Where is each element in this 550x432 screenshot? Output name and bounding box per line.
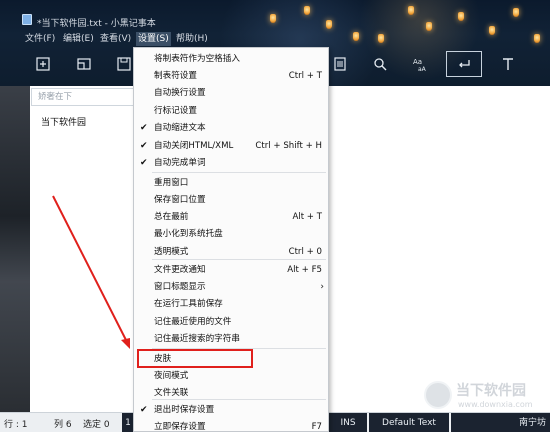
settings-menu-item[interactable]: ✔ 自动缩进文本 xyxy=(134,120,328,137)
settings-menu-item[interactable]: 在运行工具前保存 xyxy=(134,296,328,313)
menu-item-label: 自动缩进文本 xyxy=(154,123,206,133)
settings-menu-item[interactable]: 自动换行设置 xyxy=(134,85,328,102)
menu-item-shortcut: F7 xyxy=(311,422,322,432)
menu-bar: 文件(F) 编辑(E) 查看(V) 设置(S) 帮助(H) xyxy=(0,32,550,46)
status-selected: 选定 0 xyxy=(83,420,110,430)
settings-menu-item[interactable]: 重用窗口 xyxy=(134,175,328,192)
menu-item-label: 最小化到系统托盘 xyxy=(154,229,223,239)
menu-item-label: 自动完成单词 xyxy=(154,158,206,168)
settings-menu-item[interactable]: 总在最前 Alt + T xyxy=(134,209,328,226)
settings-menu-item[interactable]: 记住最近使用的文件 xyxy=(134,314,328,331)
status-ins[interactable]: INS xyxy=(329,413,367,432)
chevron-right-icon: › xyxy=(320,282,324,292)
menu-item-label: 保存窗口位置 xyxy=(154,195,206,205)
text-icon[interactable] xyxy=(496,52,520,76)
watermark-text: 当下软件园 xyxy=(456,383,526,399)
check-icon: ✔ xyxy=(140,123,148,133)
status-line: 行 : 1 xyxy=(4,420,28,430)
menu-help[interactable]: 帮助(H) xyxy=(174,32,210,46)
watermark-logo xyxy=(424,381,452,409)
search-input[interactable]: 娇奢在下 xyxy=(31,88,135,106)
menu-separator xyxy=(152,172,326,173)
settings-menu-item[interactable]: 保存窗口位置 xyxy=(134,192,328,209)
menu-edit[interactable]: 编辑(E) xyxy=(61,32,96,46)
settings-menu-item[interactable]: ✔ 自动关闭HTML/XML Ctrl + Shift + H xyxy=(134,138,328,155)
menu-item-label: 将制表符作为空格插入 xyxy=(154,54,240,64)
menu-item-label: 立即保存设置 xyxy=(154,422,206,432)
status-scheme[interactable]: Default Text xyxy=(369,413,449,432)
settings-menu-item[interactable]: 行标记设置 xyxy=(134,103,328,120)
list-icon[interactable] xyxy=(328,52,352,76)
menu-item-label: 自动换行设置 xyxy=(154,88,206,98)
menu-item-label: 记住最近使用的文件 xyxy=(154,317,232,327)
open-icon[interactable] xyxy=(72,52,96,76)
title-bar: *当下软件园.txt - 小黑记事本 xyxy=(0,0,550,29)
menu-item-label: 总在最前 xyxy=(154,212,189,222)
svg-text:aA: aA xyxy=(418,66,427,72)
watermark: 当下软件园 www.downxia.com xyxy=(424,378,546,412)
menu-separator xyxy=(152,399,326,400)
menu-item-shortcut: Ctrl + T xyxy=(288,71,322,81)
menu-item-label: 制表符设置 xyxy=(154,71,197,81)
skin-highlight-box xyxy=(137,349,253,368)
check-icon: ✔ xyxy=(140,141,148,151)
menu-settings[interactable]: 设置(S) xyxy=(136,32,171,46)
menu-item-label: 行标记设置 xyxy=(154,106,197,116)
settings-menu-item[interactable]: ✔ 自动完成单词 xyxy=(134,155,328,172)
settings-menu-item[interactable]: 将制表符作为空格插入 xyxy=(134,51,328,68)
settings-menu-item[interactable]: 夜间模式 xyxy=(134,368,328,385)
settings-menu-item[interactable]: 最小化到系统托盘 xyxy=(134,226,328,243)
notepad-app-icon xyxy=(22,14,32,25)
settings-menu-item[interactable]: 文件更改通知 Alt + F5 xyxy=(134,262,328,279)
watermark-url: www.downxia.com xyxy=(458,400,533,409)
svg-text:Aa: Aa xyxy=(413,58,422,66)
menu-item-shortcut: Alt + T xyxy=(292,212,322,222)
menu-item-label: 自动关闭HTML/XML xyxy=(154,141,234,151)
editor-content: 当下软件园 xyxy=(41,118,87,128)
settings-dropdown-menu: 将制表符作为空格插入 制表符设置 Ctrl + T 自动换行设置 行标记设置 ✔ 自动缩进文… xyxy=(133,47,329,432)
menu-item-label: 窗口标题显示 xyxy=(154,282,206,292)
settings-menu-item[interactable]: 窗口标题显示 › xyxy=(134,279,328,296)
settings-menu-item[interactable]: 制表符设置 Ctrl + T xyxy=(134,68,328,85)
settings-menu-item[interactable]: ✔ 退出时保存设置 xyxy=(134,402,328,419)
menu-item-label: 退出时保存设置 xyxy=(154,405,215,415)
status-encoding: 南宁坊 xyxy=(451,413,550,432)
menu-item-label: 在运行工具前保存 xyxy=(154,299,223,309)
settings-menu-item[interactable]: 立即保存设置 F7 xyxy=(134,419,328,432)
side-image-strip xyxy=(0,86,30,412)
font-size-icon[interactable]: Aa aA xyxy=(408,52,432,76)
search-icon[interactable] xyxy=(368,52,392,76)
menu-item-label: 文件更改通知 xyxy=(154,265,206,275)
menu-file[interactable]: 文件(F) xyxy=(23,32,57,46)
menu-item-shortcut: Ctrl + Shift + H xyxy=(255,141,322,151)
settings-menu-item[interactable]: 记住最近搜索的字符串 xyxy=(134,331,328,348)
menu-item-shortcut: Alt + F5 xyxy=(287,265,322,275)
enter-icon[interactable] xyxy=(446,51,482,77)
menu-item-label: 记住最近搜索的字符串 xyxy=(154,334,240,344)
window-title: *当下软件园.txt - 小黑记事本 xyxy=(37,19,156,29)
new-file-icon[interactable] xyxy=(31,52,55,76)
menu-item-label: 夜间模式 xyxy=(154,371,189,381)
menu-view[interactable]: 查看(V) xyxy=(98,32,133,46)
check-icon: ✔ xyxy=(140,405,148,415)
menu-item-label: 重用窗口 xyxy=(154,178,189,188)
check-icon: ✔ xyxy=(140,158,148,168)
menu-separator xyxy=(152,259,326,260)
status-column: 列 6 xyxy=(54,420,72,430)
